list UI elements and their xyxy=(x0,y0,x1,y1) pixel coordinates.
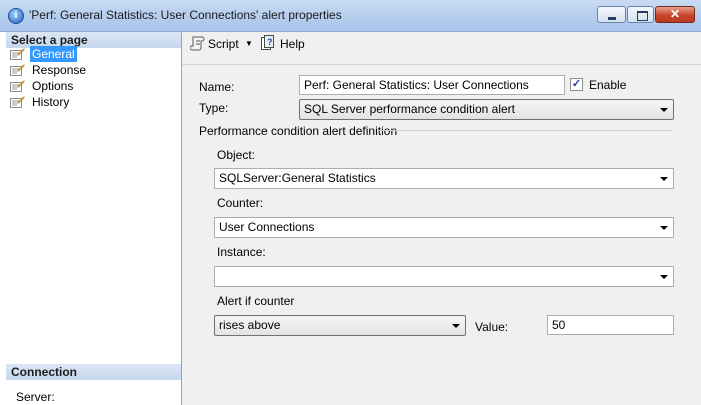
type-label: Type: xyxy=(199,101,229,115)
type-select-value: SQL Server performance condition alert xyxy=(304,102,515,116)
page-icon xyxy=(10,80,25,92)
svg-text:?: ? xyxy=(267,37,273,47)
object-label: Object: xyxy=(217,148,256,162)
chevron-down-icon xyxy=(660,108,668,112)
window-title: 'Perf: General Statistics: User Connecti… xyxy=(29,8,342,22)
counter-label: Counter: xyxy=(217,196,264,210)
toolbar-separator xyxy=(182,64,701,65)
page-item-label: Options xyxy=(32,79,74,93)
chevron-down-icon xyxy=(660,275,668,279)
page-icon xyxy=(10,48,25,60)
minimize-button[interactable] xyxy=(597,6,626,23)
help-icon[interactable]: ? xyxy=(260,35,276,51)
script-label: Script xyxy=(208,37,239,51)
page-item-label: Response xyxy=(32,63,87,77)
condition-select-value: rises above xyxy=(219,318,281,332)
script-dropdown-icon[interactable]: ▼ xyxy=(245,35,253,53)
help-button[interactable]: Help xyxy=(280,35,305,53)
connection-header: Connection xyxy=(6,364,181,380)
alert-properties-icon: i xyxy=(8,8,24,24)
enable-checkbox[interactable]: ✓ xyxy=(570,78,583,91)
alert-if-label: Alert if counter xyxy=(217,294,295,308)
chevron-down-icon xyxy=(660,226,668,230)
page-icon xyxy=(10,64,25,76)
name-label: Name: xyxy=(199,80,235,94)
object-select-value: SQLServer:General Statistics xyxy=(219,171,376,185)
type-select[interactable]: SQL Server performance condition alert xyxy=(299,99,674,120)
object-select[interactable]: SQLServer:General Statistics xyxy=(214,168,674,189)
script-icon[interactable] xyxy=(190,35,206,51)
title-bar: i 'Perf: General Statistics: User Connec… xyxy=(0,0,701,32)
page-icon xyxy=(10,96,25,108)
chevron-down-icon xyxy=(452,324,460,328)
value-label: Value: xyxy=(475,320,509,334)
name-field[interactable]: Perf: General Statistics: User Connectio… xyxy=(299,75,565,95)
left-pane: Select a page General Response Options H… xyxy=(0,32,182,405)
group-divider xyxy=(377,130,673,131)
page-item-label: General xyxy=(30,46,77,62)
script-button[interactable]: Script xyxy=(208,35,239,53)
maximize-icon xyxy=(637,11,648,21)
counter-select-value: User Connections xyxy=(219,220,315,234)
enable-label: Enable xyxy=(589,78,627,92)
condition-select[interactable]: rises above xyxy=(214,315,466,336)
group-title: Performance condition alert definition xyxy=(199,124,398,138)
counter-select[interactable]: User Connections xyxy=(214,217,674,238)
instance-label: Instance: xyxy=(217,245,266,259)
chevron-down-icon xyxy=(660,177,668,181)
script-dropdown-glyph: ▼ xyxy=(245,39,253,48)
page-item-label: History xyxy=(32,95,70,109)
value-field[interactable]: 50 xyxy=(547,315,674,335)
maximize-button[interactable] xyxy=(627,6,654,23)
instance-select[interactable] xyxy=(214,266,674,287)
minimize-icon xyxy=(608,17,616,20)
server-label: Server: xyxy=(16,390,55,404)
help-label: Help xyxy=(280,37,305,51)
close-button[interactable]: ✕ xyxy=(655,6,695,23)
close-icon: ✕ xyxy=(669,7,681,21)
